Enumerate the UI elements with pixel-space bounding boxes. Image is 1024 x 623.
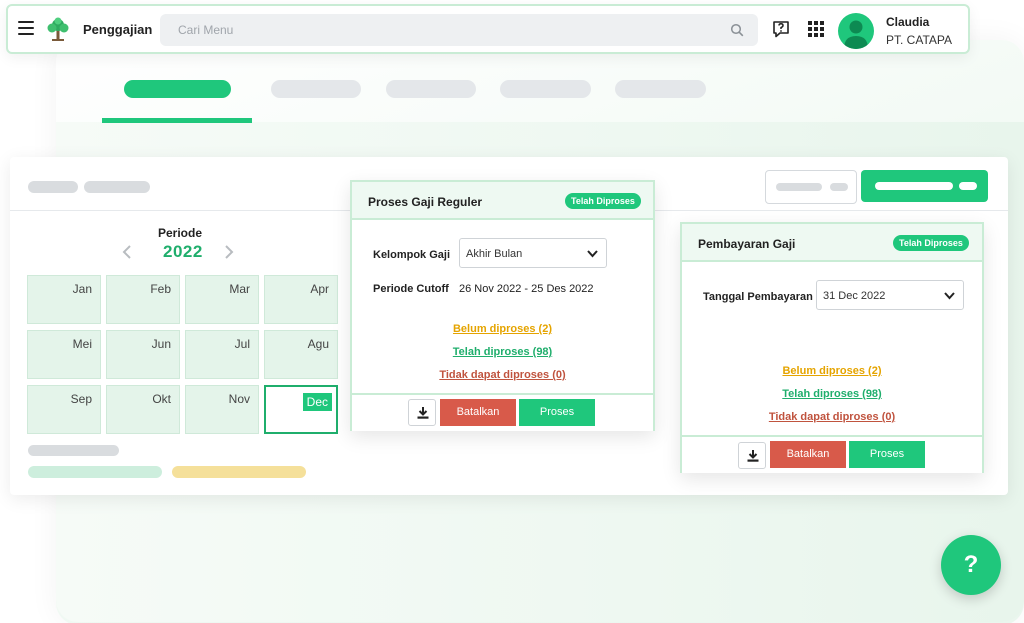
primary-action-button[interactable]	[861, 170, 988, 202]
chevron-left-icon[interactable]	[122, 245, 132, 259]
proses-gaji-footer: Batalkan Proses	[352, 393, 653, 431]
month-cell-apr[interactable]: Apr	[264, 275, 338, 324]
menu-icon[interactable]	[18, 21, 34, 35]
tab-3[interactable]	[386, 80, 476, 98]
kelompok-gaji-value: Akhir Bulan	[466, 248, 523, 260]
proses-gaji-title: Proses Gaji Reguler	[368, 195, 483, 209]
skeleton-legend-yellow	[172, 466, 306, 478]
app-title: Penggajian	[83, 22, 153, 37]
month-cell-mar[interactable]: Mar	[185, 275, 259, 324]
month-label: Mar	[229, 282, 250, 296]
chevron-down-icon	[944, 292, 955, 300]
secondary-action-button[interactable]	[765, 170, 857, 204]
month-label: Nov	[228, 392, 250, 406]
month-cell-agu[interactable]: Agu	[264, 330, 338, 379]
skeleton-line	[28, 445, 119, 456]
download-icon	[747, 450, 759, 462]
month-label: Sep	[70, 392, 92, 406]
month-label: Mei	[72, 337, 92, 351]
search-input[interactable]	[160, 14, 758, 46]
month-label: Jul	[234, 337, 250, 351]
tab-active-underline	[102, 118, 252, 123]
month-cell-jun[interactable]: Jun	[106, 330, 180, 379]
month-label: Okt	[152, 392, 171, 406]
pembayaran-gaji-title: Pembayaran Gaji	[698, 237, 796, 251]
process-button[interactable]: Proses	[849, 441, 925, 468]
month-cell-jan[interactable]: Jan	[27, 275, 101, 324]
tab-active[interactable]	[124, 80, 231, 98]
search-bar	[160, 14, 758, 46]
proses-gaji-card: Proses Gaji Reguler Telah Diproses Kelom…	[350, 180, 655, 431]
month-cell-dec[interactable]: Dec	[264, 385, 338, 434]
pembayaran-gaji-header: Pembayaran Gaji Telah Diproses	[682, 224, 982, 262]
periode-year: 2022	[163, 242, 203, 261]
top-bar: Penggajian Claudia PT. CATAPA	[6, 4, 970, 54]
user-silhouette-icon	[844, 20, 868, 49]
month-cell-sep[interactable]: Sep	[27, 385, 101, 434]
tab-5[interactable]	[615, 80, 706, 98]
kelompok-gaji-label: Kelompok Gaji	[373, 249, 451, 261]
month-label: Jan	[72, 282, 92, 296]
pembayaran-gaji-card: Pembayaran Gaji Telah Diproses Tanggal P…	[680, 222, 984, 473]
month-label: Dec	[302, 393, 332, 411]
periode-cutoff-value: 26 Nov 2022 - 25 Des 2022	[459, 283, 594, 295]
periode-cutoff-label: Periode Cutoff	[373, 283, 449, 295]
proses-gaji-header: Proses Gaji Reguler Telah Diproses	[352, 182, 653, 220]
skeleton-breadcrumb	[84, 181, 150, 193]
tab-2[interactable]	[271, 80, 361, 98]
month-label: Feb	[150, 282, 171, 296]
download-icon	[417, 407, 429, 419]
process-button[interactable]: Proses	[519, 399, 595, 426]
cancel-button[interactable]: Batalkan	[440, 399, 516, 426]
status-telah-diproses-link[interactable]: Telah diproses (98)	[682, 388, 982, 400]
periode-label: Periode	[158, 226, 203, 240]
skeleton-breadcrumb	[28, 181, 78, 193]
tree-logo-icon	[47, 17, 69, 41]
tanggal-pembayaran-label: Tanggal Pembayaran	[703, 291, 813, 303]
apps-grid-icon[interactable]	[808, 21, 824, 37]
month-label: Jun	[151, 337, 171, 351]
cancel-button[interactable]: Batalkan	[770, 441, 846, 468]
status-telah-diproses-link[interactable]: Telah diproses (98)	[352, 346, 653, 358]
search-icon[interactable]	[730, 23, 744, 37]
help-chat-icon[interactable]	[771, 19, 791, 39]
month-cell-feb[interactable]: Feb	[106, 275, 180, 324]
tab-4[interactable]	[500, 80, 591, 98]
status-badge: Telah Diproses	[893, 235, 969, 251]
tanggal-pembayaran-value: 31 Dec 2022	[823, 290, 886, 302]
pembayaran-gaji-footer: Batalkan Proses	[682, 435, 982, 473]
status-belum-diproses-link[interactable]: Belum diproses (2)	[682, 365, 982, 377]
status-tidak-dapat-diproses-link[interactable]: Tidak dapat diproses (0)	[682, 411, 982, 423]
month-cell-mei[interactable]: Mei	[27, 330, 101, 379]
skeleton-legend-green	[28, 466, 162, 478]
kelompok-gaji-select[interactable]: Akhir Bulan	[459, 238, 607, 268]
status-badge: Telah Diproses	[565, 193, 641, 209]
user-name: Claudia	[886, 15, 930, 29]
user-company: PT. CATAPA	[886, 33, 953, 47]
month-cell-jul[interactable]: Jul	[185, 330, 259, 379]
status-tidak-dapat-diproses-link[interactable]: Tidak dapat diproses (0)	[352, 369, 653, 381]
status-belum-diproses-link[interactable]: Belum diproses (2)	[352, 323, 653, 335]
chevron-right-icon[interactable]	[224, 245, 234, 259]
month-label: Apr	[310, 282, 329, 296]
help-button[interactable]: ?	[941, 535, 1001, 595]
month-cell-okt[interactable]: Okt	[106, 385, 180, 434]
month-cell-nov[interactable]: Nov	[185, 385, 259, 434]
month-label: Agu	[307, 337, 329, 351]
download-button[interactable]	[408, 399, 436, 426]
avatar[interactable]	[838, 13, 874, 49]
tanggal-pembayaran-select[interactable]: 31 Dec 2022	[816, 280, 964, 310]
chevron-down-icon	[587, 250, 598, 258]
download-button[interactable]	[738, 442, 766, 469]
